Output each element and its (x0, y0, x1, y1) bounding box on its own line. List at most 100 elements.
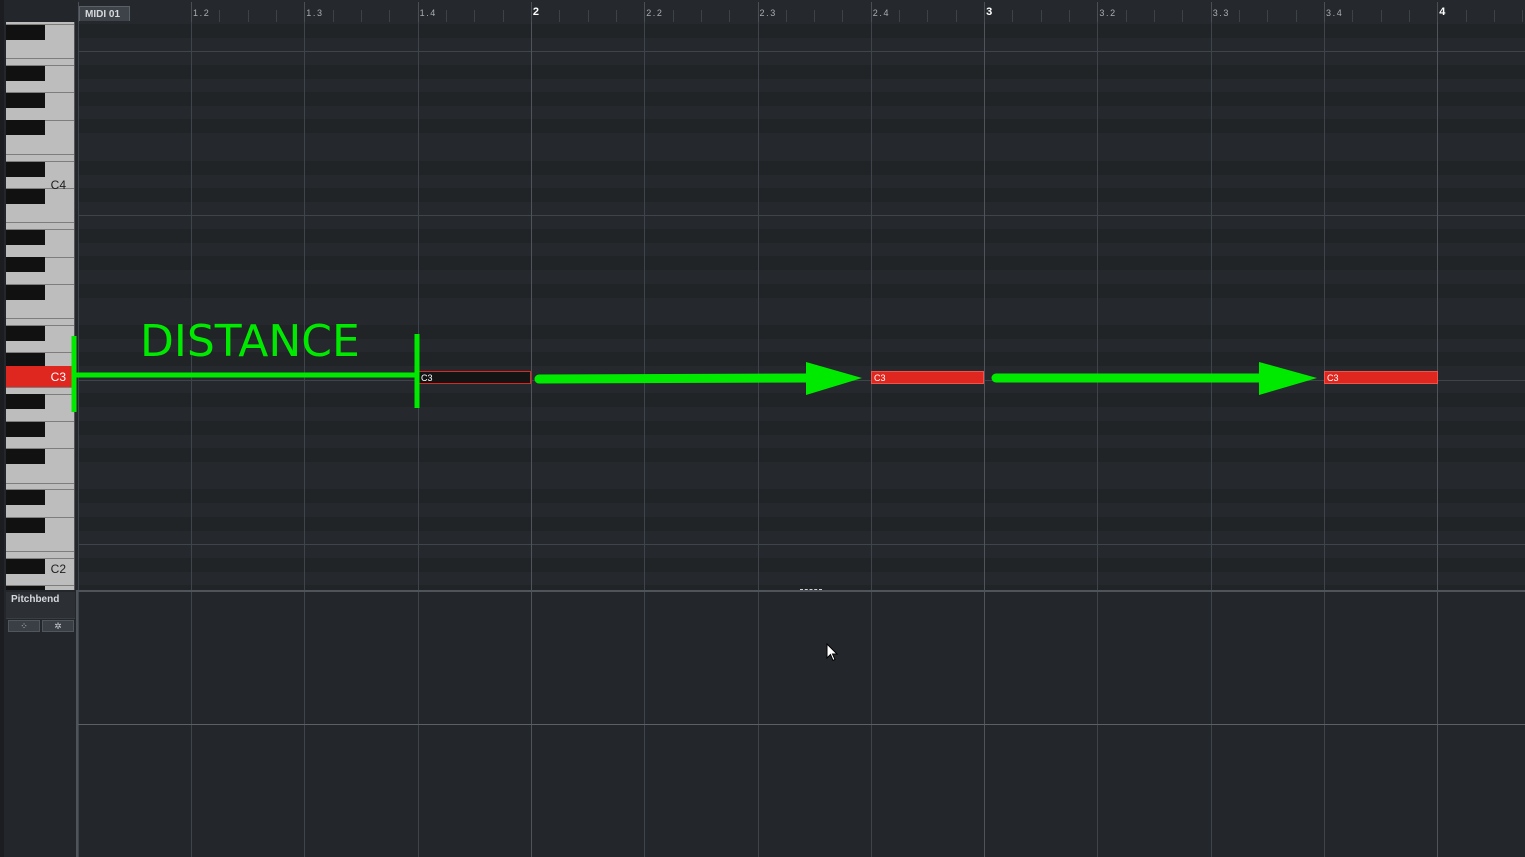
controller-lane-header[interactable]: Pitchbend (6, 592, 75, 619)
ruler-subtick (1493, 10, 1495, 22)
ruler-subtick (1465, 10, 1467, 22)
grid-bar-line (530, 22, 532, 590)
grid-beat-line (191, 22, 192, 590)
ruler-tick (644, 2, 646, 22)
grid-beat-line (757, 22, 759, 590)
ruler-subtick (672, 10, 674, 22)
black-key (6, 230, 45, 245)
grid-beat-line (417, 22, 419, 590)
grid-row-black-key (78, 119, 1525, 134)
grid-row-black-key (78, 283, 1525, 298)
ruler-tick (77, 2, 79, 22)
key-label-c2: C2 (50, 562, 66, 576)
white-key-divider (6, 222, 74, 224)
midi-note[interactable]: C3 (871, 371, 984, 384)
lane-options-icon[interactable]: ⁘ (8, 620, 40, 632)
black-key (6, 65, 45, 81)
ruler-beat-label: 2.2 (646, 8, 664, 18)
ruler-subtick (927, 10, 929, 22)
black-key (6, 188, 45, 204)
black-key (6, 586, 45, 590)
black-key (6, 161, 45, 177)
ruler-subtick (1522, 10, 1524, 22)
grid-beat-line (870, 22, 872, 590)
controller-lane-name[interactable]: Pitchbend (11, 594, 59, 605)
ruler-beat-label: 2.4 (872, 8, 891, 18)
grid-beat-line (644, 22, 646, 590)
ruler-subtick (1182, 10, 1184, 22)
midi-note-selected[interactable]: C3 (418, 371, 531, 384)
ruler-beat-label: 1.4 (419, 8, 437, 18)
grid-row-black-key (78, 256, 1525, 271)
ruler-subtick (587, 10, 589, 22)
ruler-subtick (219, 10, 221, 22)
piano-keyboard[interactable]: C4 C3 C2 (6, 22, 75, 590)
black-key (6, 558, 45, 574)
ruler-tick (304, 2, 306, 22)
ruler-tick (870, 2, 872, 22)
grid-row-black-key (78, 64, 1525, 79)
pitchbend-center-line (78, 724, 1525, 725)
ruler-subtick (1295, 10, 1297, 22)
black-key (6, 421, 45, 437)
black-key (6, 449, 45, 465)
active-key-c3[interactable]: C3 (6, 366, 74, 387)
ruler-subtick (502, 10, 504, 22)
ruler-subtick (615, 10, 617, 22)
ruler-tick (984, 2, 986, 22)
black-key (6, 394, 45, 410)
ruler-beat-label: 3.3 (1212, 8, 1230, 18)
ruler-subtick (729, 10, 731, 22)
grid-row-black-key (78, 92, 1525, 106)
grid-octave-line (78, 50, 1525, 52)
grid-bar-line (1437, 22, 1439, 590)
ruler-subtick (1012, 10, 1014, 22)
grid-row-black-key (78, 352, 1525, 367)
white-key-divider (6, 551, 74, 553)
ruler-subtick (1125, 10, 1127, 22)
grid-octave-line (78, 544, 1525, 546)
grid-row-black-key (78, 23, 1525, 38)
grid-beat-line (1097, 22, 1099, 590)
ruler-beat-label: 3.2 (1099, 8, 1117, 18)
black-key (6, 24, 45, 40)
black-key (6, 490, 45, 506)
white-key-divider (6, 57, 74, 59)
black-key (6, 284, 45, 300)
part-name-tag[interactable]: MIDI 01 (79, 6, 130, 21)
ruler-subtick (1239, 10, 1241, 22)
ruler-tick (1210, 2, 1212, 22)
timeline-ruler[interactable]: MIDI 01 1.2 1.3 1.4 2 2.2 2.3 2.4 3 3.2 3.3 3.4 4 (77, 0, 1525, 23)
key-label-c4: C4 (50, 178, 66, 192)
note-label: C3 (874, 373, 886, 383)
ruler-subtick (1069, 10, 1071, 22)
ruler-beat-label: 1.3 (306, 8, 324, 18)
ruler-bar-number: 4 (1439, 6, 1446, 18)
active-key-label: C3 (50, 370, 66, 384)
grid-row-black-key (78, 557, 1525, 572)
controller-lane-area[interactable] (78, 592, 1525, 857)
grid-row-black-key (78, 324, 1525, 339)
note-grid[interactable]: C3 C3 C3 (78, 22, 1525, 590)
ruler-tick (1097, 2, 1099, 22)
ruler-subtick (899, 10, 901, 22)
midi-note[interactable]: C3 (1324, 371, 1438, 384)
ruler-subtick (700, 10, 702, 22)
ruler-subtick (559, 10, 561, 22)
grid-beat-line (1324, 22, 1325, 590)
ruler-subtick (1040, 10, 1042, 22)
grid-row-black-key (78, 393, 1525, 408)
black-key (6, 257, 45, 273)
grid-bar-line (984, 22, 986, 590)
grid-beat-line (78, 22, 79, 590)
ruler-bar-number: 3 (986, 6, 993, 18)
lane-settings-icon[interactable]: ✲ (42, 620, 74, 632)
ruler-subtick (1408, 10, 1410, 22)
grid-row-black-key (78, 160, 1525, 175)
grid-beat-line (304, 22, 306, 590)
ruler-tick (191, 2, 192, 22)
black-key (6, 325, 45, 341)
ruler-subtick (389, 10, 391, 22)
black-key (6, 120, 45, 136)
grid-octave-line (78, 215, 1525, 217)
